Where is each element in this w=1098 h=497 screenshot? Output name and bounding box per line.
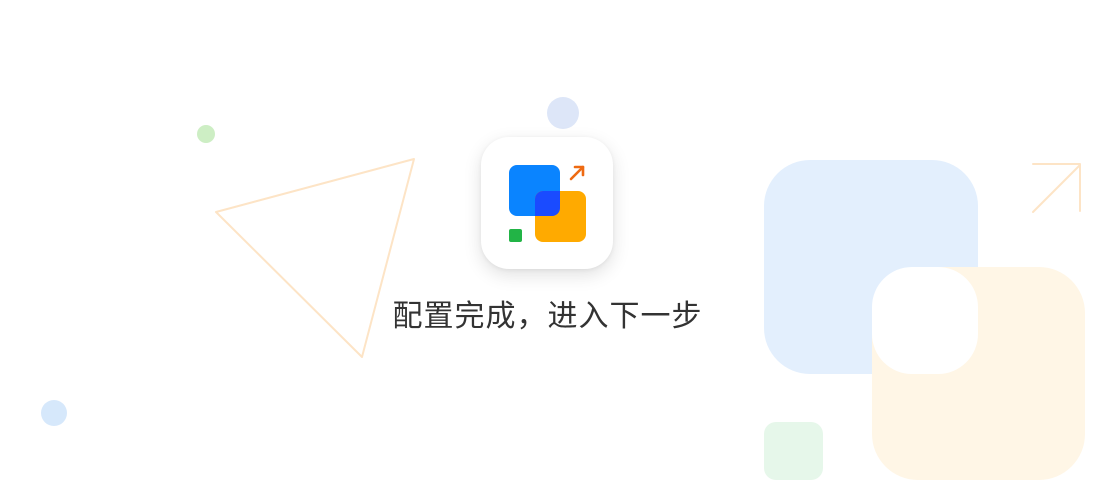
green-square-icon (509, 229, 522, 242)
arrow-up-right-icon (569, 165, 585, 181)
config-complete-screen: 配置完成，进入下一步 (0, 0, 1098, 497)
app-icon-card (481, 137, 613, 269)
arrow-outline-decoration (1032, 163, 1081, 213)
green-dot-decoration (197, 125, 215, 143)
overlap-square-icon (535, 191, 560, 216)
app-config-complete-icon (509, 165, 586, 242)
lavender-dot-decoration (547, 97, 579, 129)
green-rounded-square-decoration (764, 422, 823, 480)
blue-dot-decoration (41, 400, 67, 426)
completion-message: 配置完成，进入下一步 (392, 299, 703, 334)
